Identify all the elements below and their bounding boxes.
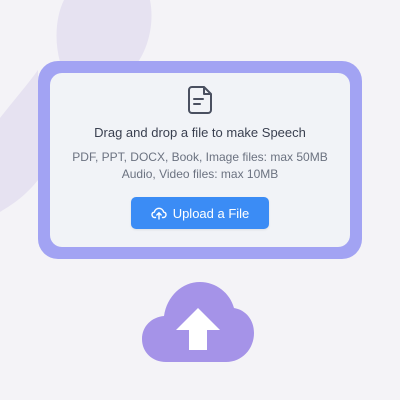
upload-button-label: Upload a File xyxy=(172,205,250,221)
media-size-limit: Audio, Video files: max 10MB xyxy=(121,167,279,181)
upload-dropzone[interactable]: Drag and drop a file to make Speech PDF,… xyxy=(50,73,350,247)
cloud-upload-icon xyxy=(150,207,167,220)
document-icon xyxy=(188,86,212,114)
upload-file-button[interactable]: Upload a File xyxy=(131,197,269,229)
document-size-limit: PDF, PPT, DOCX, Book, Image files: max 5… xyxy=(72,150,328,164)
cloud-upload-illustration xyxy=(142,282,254,362)
dropzone-headline: Drag and drop a file to make Speech xyxy=(94,125,306,140)
upload-dropzone-frame[interactable]: Drag and drop a file to make Speech PDF,… xyxy=(38,61,362,259)
